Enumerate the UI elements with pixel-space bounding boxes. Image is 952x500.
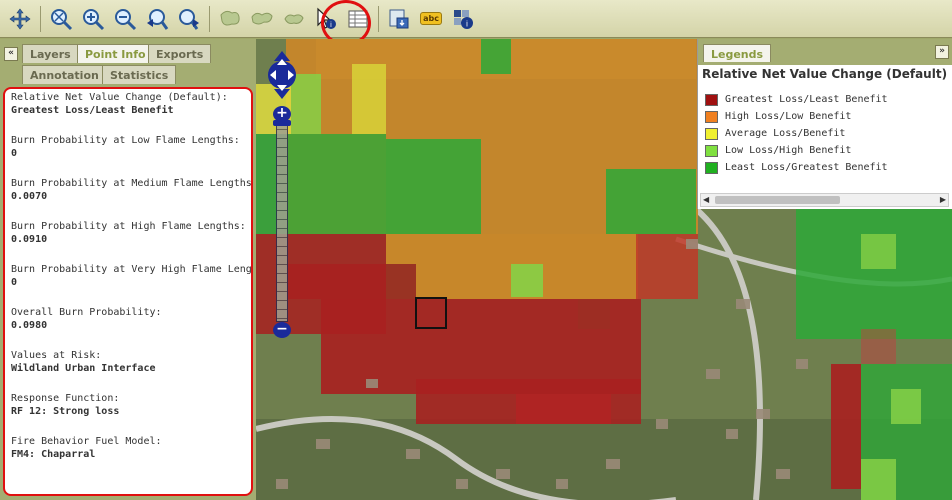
zoom-extent-icon[interactable]	[47, 5, 75, 33]
relative-net-value-label: Relative Net Value Change (Default):	[11, 92, 228, 103]
legend-swatch	[705, 127, 718, 140]
legend-horizontal-scrollbar[interactable]: ◀ ▶	[700, 193, 949, 207]
tab-statistics[interactable]: Statistics	[102, 65, 177, 84]
scroll-left-icon[interactable]: ◀	[703, 194, 709, 206]
scrollbar-thumb[interactable]	[715, 196, 840, 204]
map-info-icon[interactable]: i	[449, 5, 477, 33]
legend-item: High Loss/Low Benefit	[705, 108, 952, 125]
values-at-risk-label: Values at Risk:	[11, 350, 102, 361]
overall-burn-prob-label: Overall Burn Probability:	[11, 307, 162, 318]
point-info-panel: Relative Net Value Change (Default): Gre…	[3, 87, 253, 496]
legend-item-label: High Loss/Low Benefit	[725, 111, 852, 122]
zoom-track[interactable]	[276, 120, 288, 322]
selected-cell-box	[415, 297, 447, 329]
pan-control[interactable]	[264, 49, 300, 101]
toolbar-separator	[40, 5, 41, 32]
burn-prob-very-high-label: Burn Probability at Very High Flame Leng…	[11, 264, 253, 275]
legend-swatch	[705, 93, 718, 106]
legend-item-label: Least Loss/Greatest Benefit	[725, 162, 888, 173]
export-map-icon[interactable]	[385, 5, 413, 33]
tab-legends[interactable]: Legends	[703, 44, 772, 62]
fuel-model-label: Fire Behavior Fuel Model:	[11, 436, 162, 447]
legend-swatch	[705, 110, 718, 123]
burn-prob-high-value: 0.0910	[11, 234, 48, 245]
tab-point-info[interactable]: Point Info	[77, 44, 154, 63]
zoom-out-icon[interactable]	[111, 5, 139, 33]
legend-swatch	[705, 144, 718, 157]
legend-item: Least Loss/Greatest Benefit	[705, 159, 952, 176]
values-at-risk-value: Wildland Urban Interface	[11, 363, 156, 374]
response-function-value: RF 12: Strong loss	[11, 406, 120, 417]
response-function-label: Response Function:	[11, 393, 120, 404]
zoom-previous-icon[interactable]	[143, 5, 171, 33]
svg-text:i: i	[466, 19, 468, 28]
legend-swatch	[705, 161, 718, 174]
legend-item-label: Greatest Loss/Least Benefit	[725, 94, 888, 105]
tab-annotation[interactable]: Annotation	[22, 65, 107, 84]
scroll-right-icon[interactable]: ▶	[940, 194, 946, 206]
zoom-in-icon[interactable]	[79, 5, 107, 33]
zoom-next-icon[interactable]	[175, 5, 203, 33]
pan-icon[interactable]	[6, 5, 34, 33]
label-tool-text: abc	[420, 12, 442, 25]
burn-prob-high-label: Burn Probability at High Flame Lengths:	[11, 221, 246, 232]
toolbar-separator	[209, 5, 210, 32]
legend-header: Legends »	[698, 39, 952, 65]
legend-item-label: Low Loss/High Benefit	[725, 145, 852, 156]
toolbar-separator	[378, 5, 379, 32]
toolbar: i abc i	[0, 0, 952, 38]
legend-list: Greatest Loss/Least Benefit High Loss/Lo…	[705, 91, 952, 176]
collapse-legend-button[interactable]: »	[935, 45, 949, 59]
zoom-out-button[interactable]: −	[273, 322, 291, 338]
select-area-icon[interactable]	[216, 5, 244, 33]
svg-text:i: i	[330, 21, 332, 29]
label-icon[interactable]: abc	[417, 5, 445, 33]
overall-burn-prob-value: 0.0980	[11, 320, 48, 331]
collapse-left-panel-button[interactable]: «	[4, 47, 18, 61]
table-icon[interactable]	[344, 5, 372, 33]
legend-item: Average Loss/Benefit	[705, 125, 952, 142]
burn-prob-medium-value: 0.0070	[11, 191, 48, 202]
legend-item: Greatest Loss/Least Benefit	[705, 91, 952, 108]
tab-layers[interactable]: Layers	[22, 44, 79, 63]
legend-panel: Legends » Relative Net Value Change (Def…	[697, 39, 952, 209]
burn-prob-medium-label: Burn Probability at Medium Flame Lengths…	[11, 178, 253, 189]
burn-prob-low-value: 0	[11, 148, 18, 159]
legend-title: Relative Net Value Change (Default)	[702, 67, 948, 81]
left-panel: « Layers Point Info Exports Annotation S…	[0, 39, 256, 500]
zoom-handle[interactable]	[273, 120, 291, 126]
fuel-model-value: FM4: Chaparral	[11, 449, 96, 460]
select-freehand-icon[interactable]	[280, 5, 308, 33]
point-info-icon[interactable]: i	[312, 5, 340, 33]
legend-item-label: Average Loss/Benefit	[725, 128, 846, 139]
burn-prob-low-label: Burn Probability at Low Flame Lengths:	[11, 135, 240, 146]
zoom-slider[interactable]: + −	[273, 106, 291, 341]
legend-item: Low Loss/High Benefit	[705, 142, 952, 159]
tab-exports[interactable]: Exports	[148, 44, 212, 63]
select-polygon-icon[interactable]	[248, 5, 276, 33]
relative-net-value-value: Greatest Loss/Least Benefit	[11, 105, 174, 116]
burn-prob-very-high-value: 0	[11, 277, 18, 288]
